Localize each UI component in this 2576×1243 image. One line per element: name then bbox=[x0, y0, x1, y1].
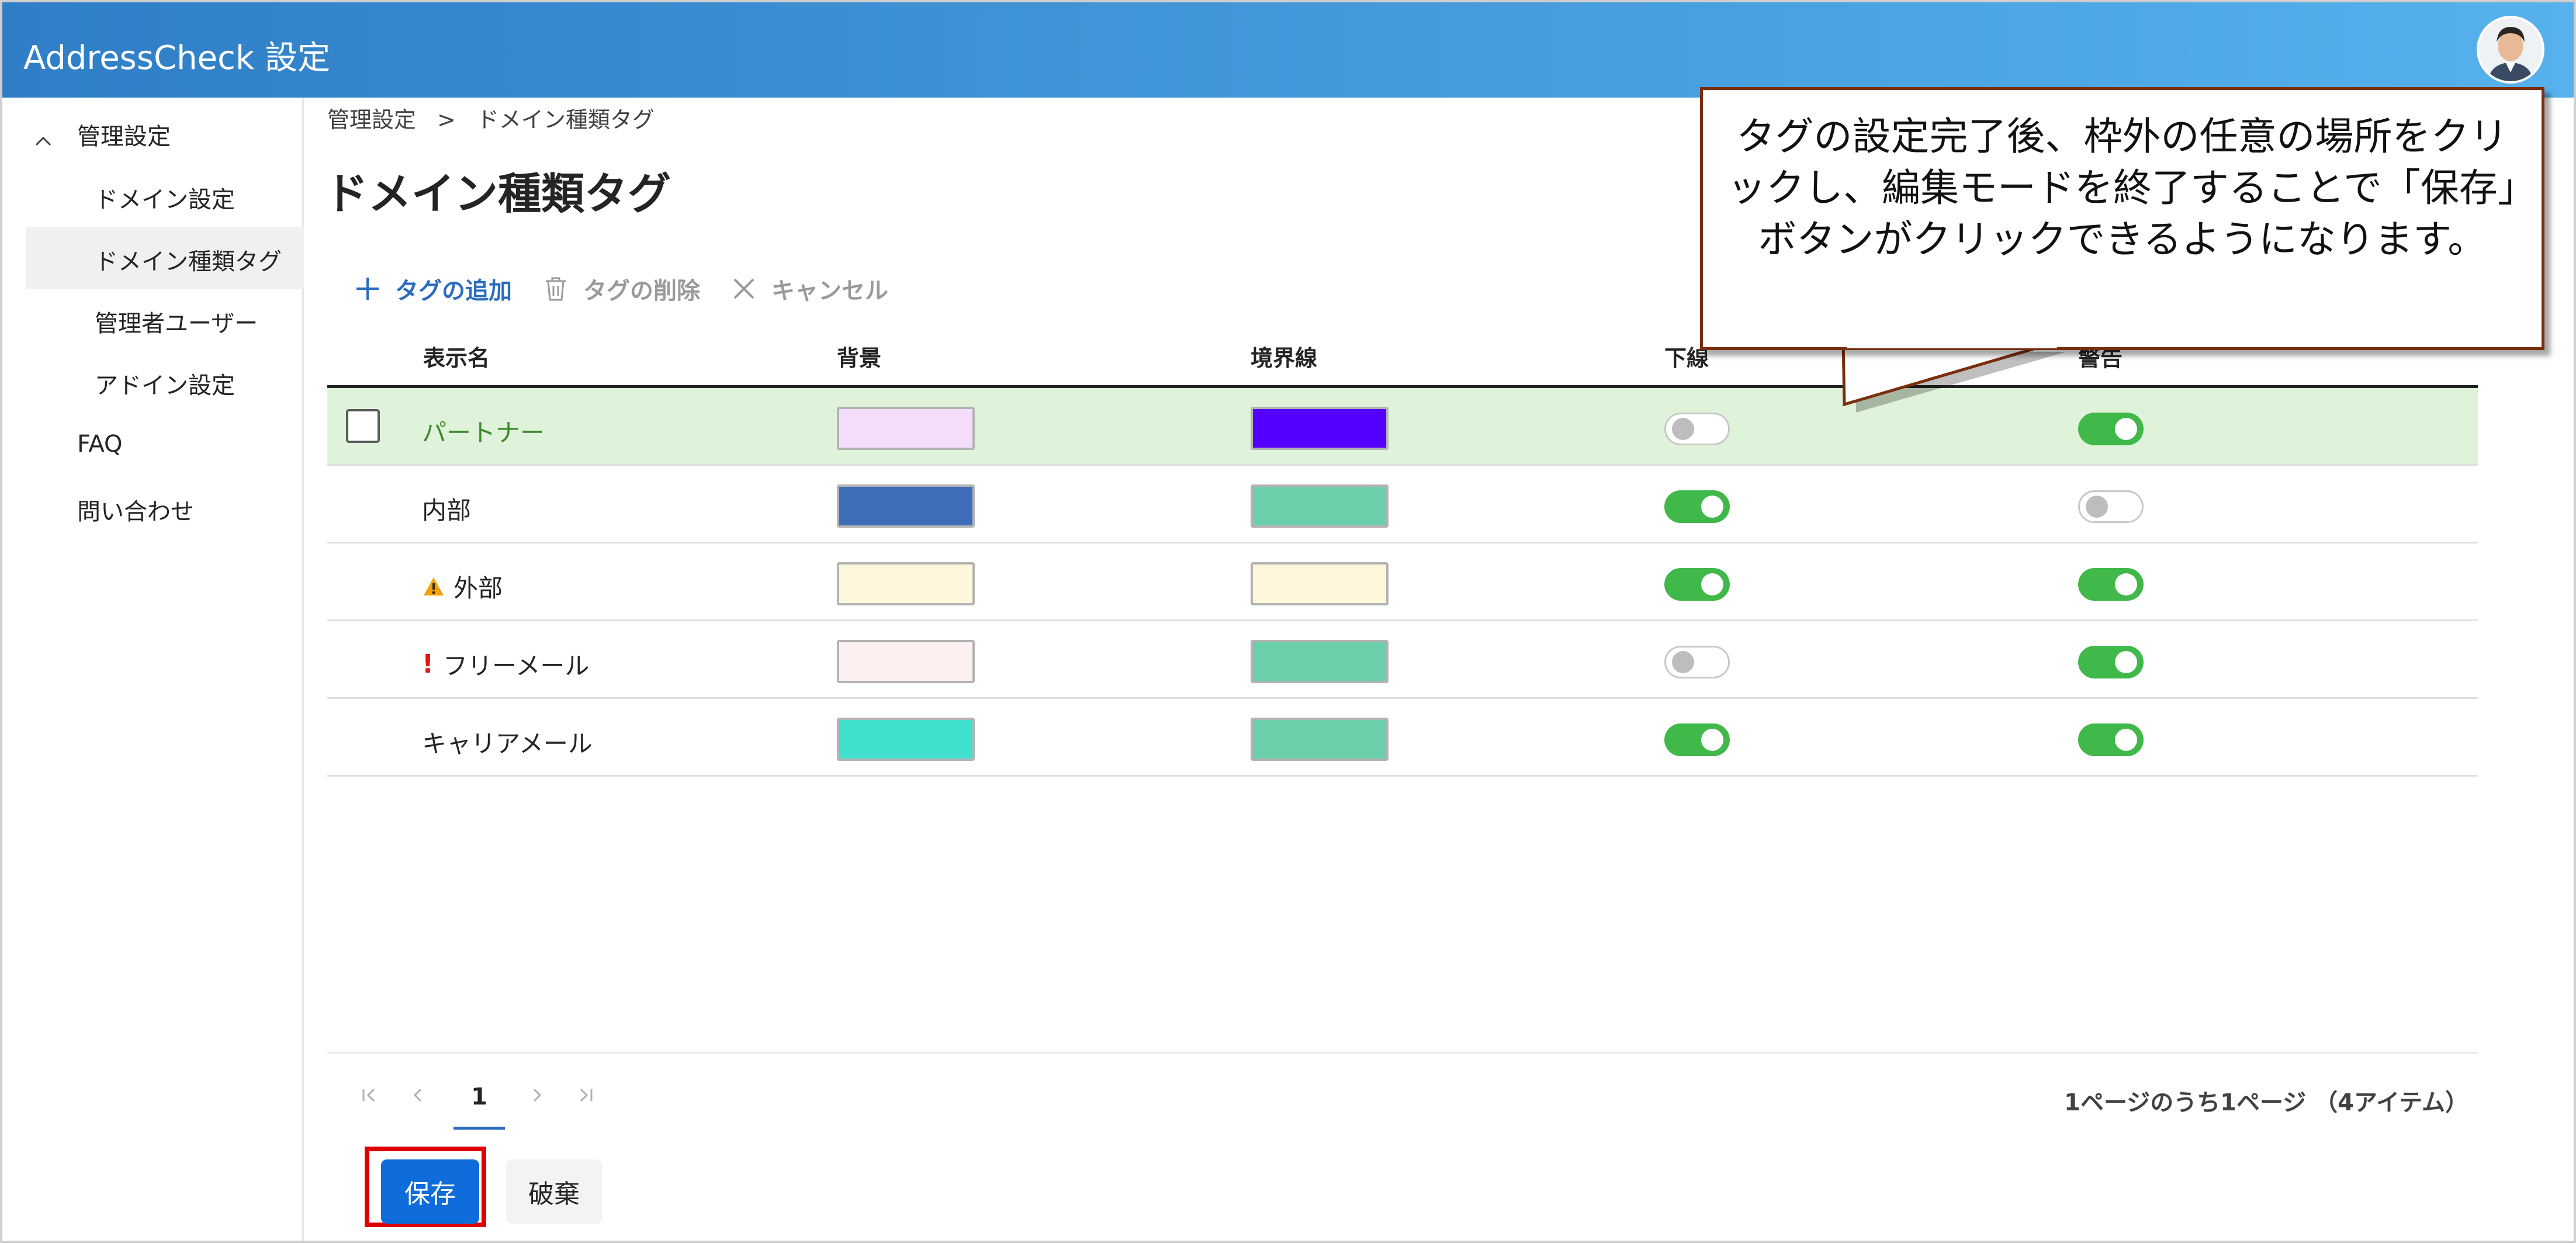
table-row[interactable]: ! フリーメール bbox=[327, 621, 2478, 699]
warning-toggle[interactable] bbox=[2078, 723, 2144, 756]
background-color-swatch[interactable] bbox=[837, 562, 975, 605]
sidebar: 管理設定 ドメイン設定 ドメイン種類タグ 管理者ユーザー アドイン設定 FAQ … bbox=[2, 98, 304, 1241]
exclamation-icon: ! bbox=[422, 649, 434, 679]
app-header: AddressCheck 設定 bbox=[2, 2, 2574, 98]
close-icon bbox=[733, 278, 754, 299]
delete-tag-button[interactable]: タグの削除 bbox=[541, 272, 700, 306]
tag-name-text: 内部 bbox=[422, 496, 472, 525]
tag-name[interactable]: キャリアメール bbox=[422, 724, 593, 760]
border-color-swatch[interactable] bbox=[1251, 640, 1389, 683]
row-checkbox[interactable] bbox=[346, 409, 380, 443]
border-color-swatch[interactable] bbox=[1251, 484, 1389, 528]
table-row[interactable]: 外部 bbox=[327, 543, 2478, 621]
sidebar-item-contact[interactable]: 問い合わせ bbox=[77, 493, 194, 527]
app-window: AddressCheck 設定 管理設定 ドメイン設定 ドメイン種類タグ 管理者… bbox=[0, 0, 2576, 1243]
breadcrumb-parent[interactable]: 管理設定 bbox=[327, 107, 416, 133]
callout-tail-joint bbox=[1847, 340, 2057, 348]
current-page[interactable]: 1 bbox=[453, 1083, 505, 1110]
app-title: AddressCheck 設定 bbox=[23, 39, 331, 77]
discard-button[interactable]: 破棄 bbox=[506, 1159, 602, 1224]
previous-page-icon[interactable] bbox=[408, 1083, 429, 1107]
next-page-icon[interactable] bbox=[526, 1083, 547, 1107]
delete-tag-label: タグの削除 bbox=[583, 278, 700, 304]
warning-toggle[interactable] bbox=[2078, 646, 2144, 678]
last-page-icon[interactable] bbox=[575, 1083, 596, 1107]
cancel-label: キャンセル bbox=[771, 278, 888, 304]
background-color-swatch[interactable] bbox=[837, 407, 975, 450]
breadcrumb-current: ドメイン種類タグ bbox=[476, 107, 655, 133]
column-header-name[interactable]: 表示名 bbox=[423, 340, 490, 372]
sidebar-item-domain-tags[interactable]: ドメイン種類タグ bbox=[95, 243, 282, 276]
page-info: 1ページのうち1ページ （4アイテム） bbox=[2064, 1089, 2468, 1116]
table-row[interactable]: キャリアメール bbox=[327, 699, 2478, 777]
underline-toggle[interactable] bbox=[1664, 568, 1730, 601]
tag-table: 表示名 背景 境界線 下線 警告 パートナー 内部 外部 ! フリーメール キャ… bbox=[327, 334, 2478, 777]
sidebar-item-admin-users[interactable]: 管理者ユーザー bbox=[95, 304, 258, 338]
instruction-callout: タグの設定完了後、枠外の任意の場所をクリックし、編集モードを終了することで「保存… bbox=[1700, 87, 2544, 350]
add-tag-label: タグの追加 bbox=[395, 278, 512, 304]
underline-toggle[interactable] bbox=[1664, 490, 1730, 523]
tag-name-text: パートナー bbox=[422, 418, 545, 447]
underline-toggle[interactable] bbox=[1664, 646, 1730, 678]
column-header-background[interactable]: 背景 bbox=[837, 340, 881, 372]
tag-name[interactable]: パートナー bbox=[422, 413, 545, 449]
underline-toggle[interactable] bbox=[1664, 413, 1730, 445]
underline-toggle[interactable] bbox=[1664, 723, 1730, 756]
footer-divider bbox=[327, 1052, 2478, 1054]
table-row[interactable]: パートナー bbox=[327, 388, 2478, 466]
background-color-swatch[interactable] bbox=[837, 484, 975, 528]
chevron-up-icon[interactable] bbox=[32, 130, 55, 153]
tag-name-text: フリーメール bbox=[443, 652, 590, 680]
page-title: ドメイン種類タグ bbox=[325, 169, 671, 219]
trash-icon bbox=[546, 277, 566, 301]
column-header-border[interactable]: 境界線 bbox=[1251, 340, 1317, 372]
breadcrumb: 管理設定 > ドメイン種類タグ bbox=[327, 102, 655, 134]
plus-icon bbox=[356, 278, 379, 300]
warning-icon bbox=[424, 577, 444, 595]
toolbar: タグの追加 タグの削除 キャンセル bbox=[353, 269, 917, 309]
tag-name[interactable]: 内部 bbox=[422, 491, 471, 527]
sidebar-item-addin-settings[interactable]: アドイン設定 bbox=[95, 366, 235, 400]
tag-name-text: 外部 bbox=[453, 574, 503, 603]
border-color-swatch[interactable] bbox=[1251, 718, 1389, 761]
tag-name[interactable]: ! フリーメール bbox=[422, 646, 589, 682]
current-page-indicator bbox=[453, 1127, 505, 1130]
sidebar-item-domain-settings[interactable]: ドメイン設定 bbox=[95, 181, 235, 214]
table-row[interactable]: 内部 bbox=[327, 466, 2478, 543]
border-color-swatch[interactable] bbox=[1251, 407, 1389, 450]
warning-toggle[interactable] bbox=[2078, 413, 2144, 445]
add-tag-button[interactable]: タグの追加 bbox=[353, 272, 512, 306]
sidebar-item-faq[interactable]: FAQ bbox=[77, 431, 122, 458]
breadcrumb-separator: > bbox=[437, 107, 456, 133]
callout-text: タグの設定完了後、枠外の任意の場所をクリックし、編集モードを終了することで「保存… bbox=[1727, 114, 2518, 262]
tag-name-text: キャリアメール bbox=[422, 729, 593, 758]
save-button[interactable]: 保存 bbox=[381, 1159, 479, 1224]
sidebar-group-settings[interactable]: 管理設定 bbox=[77, 117, 171, 151]
background-color-swatch[interactable] bbox=[837, 640, 975, 683]
avatar[interactable] bbox=[2477, 16, 2544, 84]
warning-toggle[interactable] bbox=[2078, 490, 2144, 523]
tag-name[interactable]: 外部 bbox=[422, 569, 503, 604]
border-color-swatch[interactable] bbox=[1251, 562, 1389, 605]
first-page-icon[interactable] bbox=[359, 1083, 380, 1107]
background-color-swatch[interactable] bbox=[837, 718, 975, 761]
warning-toggle[interactable] bbox=[2078, 568, 2144, 601]
cancel-button[interactable]: キャンセル bbox=[729, 272, 888, 306]
